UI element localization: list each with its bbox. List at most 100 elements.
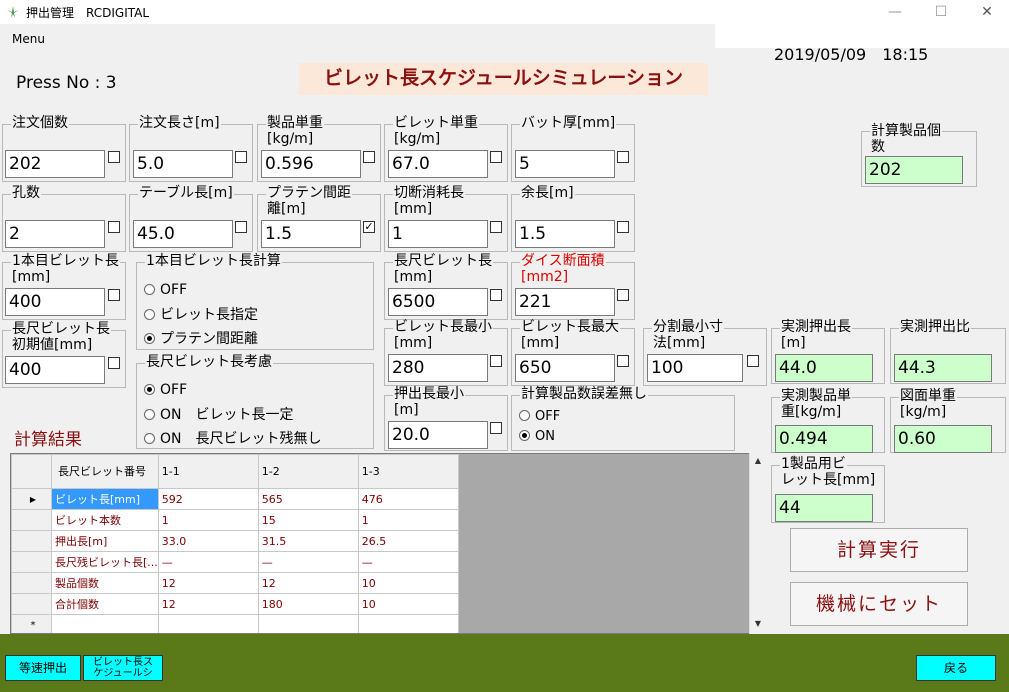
table-cell[interactable]: 押出長[m] (51, 530, 159, 552)
calc-execute-button[interactable]: 計算実行 (790, 528, 968, 572)
scroll-down-arrow-icon[interactable]: ▼ (750, 616, 766, 632)
table-cell[interactable]: — (257, 551, 359, 573)
table-cell[interactable]: 製品個数 (51, 572, 159, 594)
table-cell[interactable]: 15 (257, 509, 359, 531)
order-qty-input[interactable]: 202 (5, 150, 105, 178)
table-cell[interactable] (257, 614, 359, 633)
table-row[interactable]: 製品個数 12 12 10 (11, 572, 459, 594)
set-to-machine-button[interactable]: 機械にセット (790, 582, 968, 626)
radio-consider-no-remain[interactable]: ON 長尺ビレット残無し (144, 428, 322, 448)
constant-speed-button[interactable]: 等速押出 (5, 655, 81, 681)
table-cell[interactable]: 12 (257, 572, 359, 594)
unit-weight-input[interactable]: 0.596 (261, 150, 361, 178)
table-cell[interactable]: 180 (257, 593, 359, 615)
die-area-input[interactable]: 221 (515, 288, 615, 316)
column-header[interactable]: 1-1 (157, 454, 259, 489)
table-cell[interactable]: 10 (357, 593, 459, 615)
holes-input[interactable]: 2 (5, 220, 105, 248)
long-billet-init-checkbox[interactable] (108, 357, 120, 369)
column-header[interactable]: 1-3 (357, 454, 459, 489)
column-header[interactable]: 長尺ビレット番号 (51, 454, 159, 489)
radio-consider-constant[interactable]: ON ビレット長一定 (144, 404, 294, 424)
back-button[interactable]: 戻る (916, 655, 996, 681)
table-cell[interactable]: 12 (157, 572, 259, 594)
billet-min-input[interactable]: 280 (388, 354, 488, 382)
table-cell[interactable]: ビレット長[mm] (51, 488, 159, 510)
table-cell[interactable] (357, 614, 459, 633)
table-cell[interactable] (157, 614, 259, 633)
extrude-min-checkbox[interactable] (490, 422, 502, 434)
long-billet-checkbox[interactable] (490, 289, 502, 301)
table-cell[interactable]: ビレット本数 (51, 509, 159, 531)
menu-item[interactable]: Menu (12, 32, 45, 46)
table-len-input[interactable]: 45.0 (133, 220, 233, 248)
billet-max-checkbox[interactable] (617, 355, 629, 367)
first-billet-checkbox[interactable] (108, 289, 120, 301)
platen-checkbox[interactable]: ✓ (363, 221, 375, 233)
table-cell[interactable]: — (157, 551, 259, 573)
table-cell[interactable]: 31.5 (257, 530, 359, 552)
table-row[interactable]: 長尺残ビレット長[... — — — (11, 551, 459, 573)
unit-weight-checkbox[interactable] (363, 151, 375, 163)
butt-checkbox[interactable] (617, 151, 629, 163)
billet-schedule-button[interactable]: ビレット長ス ケジュールシ (83, 655, 163, 681)
table-new-row[interactable]: * (11, 614, 459, 633)
radio-consider-off[interactable]: OFF (144, 382, 187, 398)
split-min-input[interactable]: 100 (647, 354, 743, 382)
label-long-billet: 長尺ビレット長 (393, 253, 493, 269)
table-row[interactable]: 押出長[m] 33.0 31.5 26.5 (11, 530, 459, 552)
column-header[interactable]: 1-2 (257, 454, 359, 489)
cut-loss-checkbox[interactable] (490, 221, 502, 233)
billet-weight-input[interactable]: 67.0 (388, 150, 488, 178)
table-cell[interactable]: 26.5 (357, 530, 459, 552)
table-cell[interactable]: 10 (357, 572, 459, 594)
label-long-billet-init: 長尺ビレット長 (11, 321, 111, 337)
order-len-checkbox[interactable] (235, 151, 247, 163)
table-cell[interactable]: 592 (157, 488, 259, 510)
table-cell[interactable]: 565 (257, 488, 359, 510)
table-row[interactable]: ▶ ビレット長[mm] 592 565 476 (11, 488, 459, 510)
minimize-button[interactable]: — (872, 0, 918, 24)
maximize-button[interactable]: ☐ (918, 0, 964, 24)
table-cell[interactable]: 合計個数 (51, 593, 159, 615)
result-grid[interactable]: 長尺ビレット番号 1-1 1-2 1-3 ▶ ビレット長[mm] 592 565… (10, 453, 766, 634)
table-cell[interactable]: 1 (357, 509, 459, 531)
platen-input[interactable]: 1.5 (261, 220, 361, 248)
radio-label: OFF (160, 282, 188, 298)
table-cell[interactable]: 1 (157, 509, 259, 531)
close-button[interactable]: ✕ (964, 0, 1009, 24)
table-cell[interactable] (51, 614, 159, 633)
label-unit-weight-unit: [kg/m] (266, 131, 315, 147)
table-row[interactable]: ビレット本数 1 15 1 (11, 509, 459, 531)
butt-input[interactable]: 5 (515, 150, 615, 178)
extra-len-checkbox[interactable] (617, 221, 629, 233)
extrude-min-input[interactable]: 20.0 (388, 421, 488, 449)
extra-len-input[interactable]: 1.5 (515, 220, 615, 248)
split-min-checkbox[interactable] (747, 355, 759, 367)
cut-loss-input[interactable]: 1 (388, 220, 488, 248)
long-billet-init-input[interactable]: 400 (5, 356, 105, 384)
grid-scrollbar[interactable]: ▲ ▼ (749, 453, 766, 634)
order-qty-checkbox[interactable] (108, 151, 120, 163)
table-cell[interactable]: 476 (357, 488, 459, 510)
billet-weight-checkbox[interactable] (490, 151, 502, 163)
radio-first-calc-off[interactable]: OFF (144, 282, 187, 298)
first-billet-input[interactable]: 400 (5, 288, 105, 316)
scroll-up-arrow-icon[interactable]: ▲ (750, 453, 766, 469)
radio-no-error-off[interactable]: OFF (519, 409, 560, 424)
table-cell[interactable]: 長尺残ビレット長[... (51, 551, 159, 573)
table-len-checkbox[interactable] (235, 221, 247, 233)
holes-checkbox[interactable] (108, 221, 120, 233)
table-cell[interactable]: 33.0 (157, 530, 259, 552)
billet-max-input[interactable]: 650 (515, 354, 615, 382)
radio-first-calc-specified[interactable]: ビレット長指定 (144, 304, 258, 324)
table-row[interactable]: 合計個数 12 180 10 (11, 593, 459, 615)
table-cell[interactable]: 12 (157, 593, 259, 615)
billet-min-checkbox[interactable] (490, 355, 502, 367)
die-area-checkbox[interactable] (617, 289, 629, 301)
radio-no-error-on[interactable]: ON (519, 429, 555, 444)
radio-first-calc-platen[interactable]: プラテン間距離 (144, 328, 258, 348)
order-len-input[interactable]: 5.0 (133, 150, 233, 178)
long-billet-input[interactable]: 6500 (388, 288, 488, 316)
table-cell[interactable]: — (357, 551, 459, 573)
